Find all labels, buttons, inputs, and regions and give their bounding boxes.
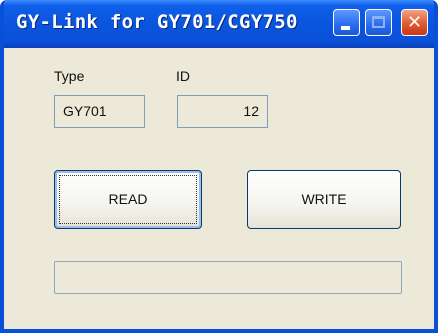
write-button[interactable]: WRITE bbox=[247, 170, 401, 229]
type-field[interactable]: GY701 bbox=[54, 95, 145, 128]
minimize-icon bbox=[341, 26, 350, 30]
progress-bar bbox=[54, 261, 402, 294]
app-window: GY-Link for GY701/CGY750 ✕ Type GY701 ID… bbox=[0, 0, 438, 333]
close-button[interactable]: ✕ bbox=[401, 9, 428, 36]
maximize-icon bbox=[372, 16, 385, 28]
window-title: GY-Link for GY701/CGY750 bbox=[16, 11, 298, 33]
type-label: Type bbox=[54, 68, 85, 84]
title-bar[interactable]: GY-Link for GY701/CGY750 ✕ bbox=[4, 0, 434, 48]
close-icon: ✕ bbox=[406, 12, 423, 33]
minimize-button[interactable] bbox=[333, 9, 360, 36]
maximize-button[interactable] bbox=[365, 9, 392, 36]
read-button[interactable]: READ bbox=[54, 170, 202, 229]
id-field[interactable]: 12 bbox=[177, 95, 268, 128]
id-label: ID bbox=[176, 68, 190, 84]
